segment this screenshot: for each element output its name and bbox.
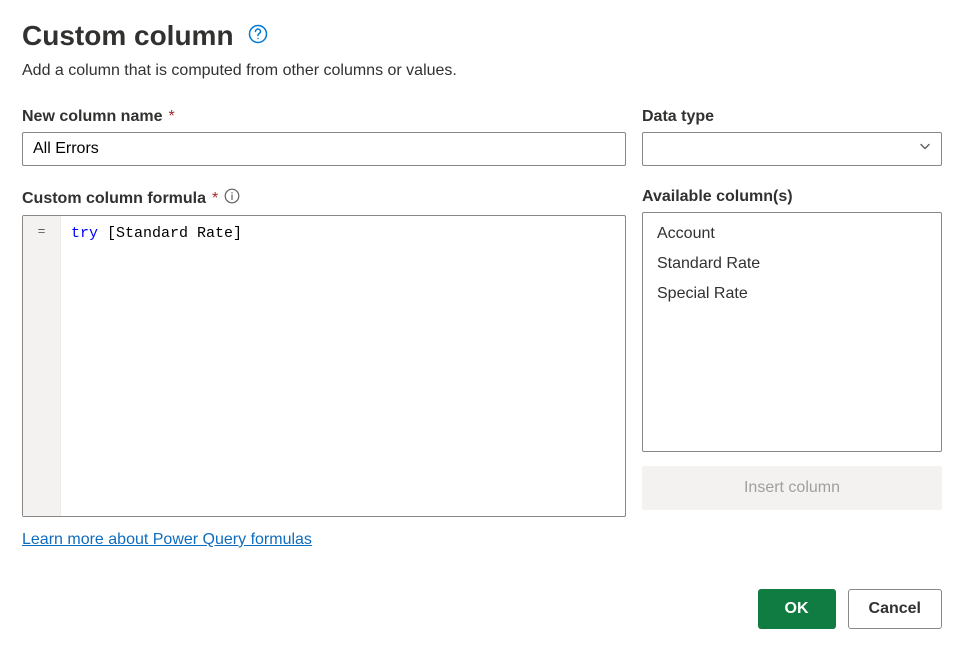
list-item[interactable]: Special Rate [643, 279, 941, 309]
formula-label: Custom column formula * [22, 188, 626, 209]
formula-code[interactable]: try [Standard Rate] [61, 216, 625, 516]
dialog-subtitle: Add a column that is computed from other… [22, 62, 942, 80]
list-item[interactable]: Account [643, 219, 941, 249]
token-column-ref: [Standard Rate] [107, 225, 242, 242]
list-item[interactable]: Standard Rate [643, 249, 941, 279]
label-text: New column name [22, 108, 162, 126]
cancel-button[interactable]: Cancel [848, 589, 942, 629]
available-columns-list[interactable]: Account Standard Rate Special Rate [642, 212, 942, 452]
data-type-select[interactable] [642, 132, 942, 166]
help-icon[interactable] [248, 24, 268, 49]
new-column-name-input[interactable] [22, 132, 626, 166]
dialog-title: Custom column [22, 20, 234, 52]
ok-button[interactable]: OK [758, 589, 836, 629]
label-text: Data type [642, 108, 714, 126]
token-keyword: try [71, 225, 98, 242]
available-columns-label: Available column(s) [642, 188, 942, 206]
formula-gutter: = [23, 216, 61, 516]
new-column-name-label: New column name * [22, 108, 626, 126]
info-icon[interactable] [224, 188, 240, 209]
label-text: Custom column formula [22, 190, 206, 208]
learn-more-link[interactable]: Learn more about Power Query formulas [22, 531, 312, 548]
required-mark: * [212, 190, 218, 208]
formula-editor[interactable]: = try [Standard Rate] [22, 215, 626, 517]
insert-column-button: Insert column [642, 466, 942, 510]
label-text: Available column(s) [642, 188, 793, 206]
required-mark: * [168, 108, 174, 126]
data-type-label: Data type [642, 108, 942, 126]
